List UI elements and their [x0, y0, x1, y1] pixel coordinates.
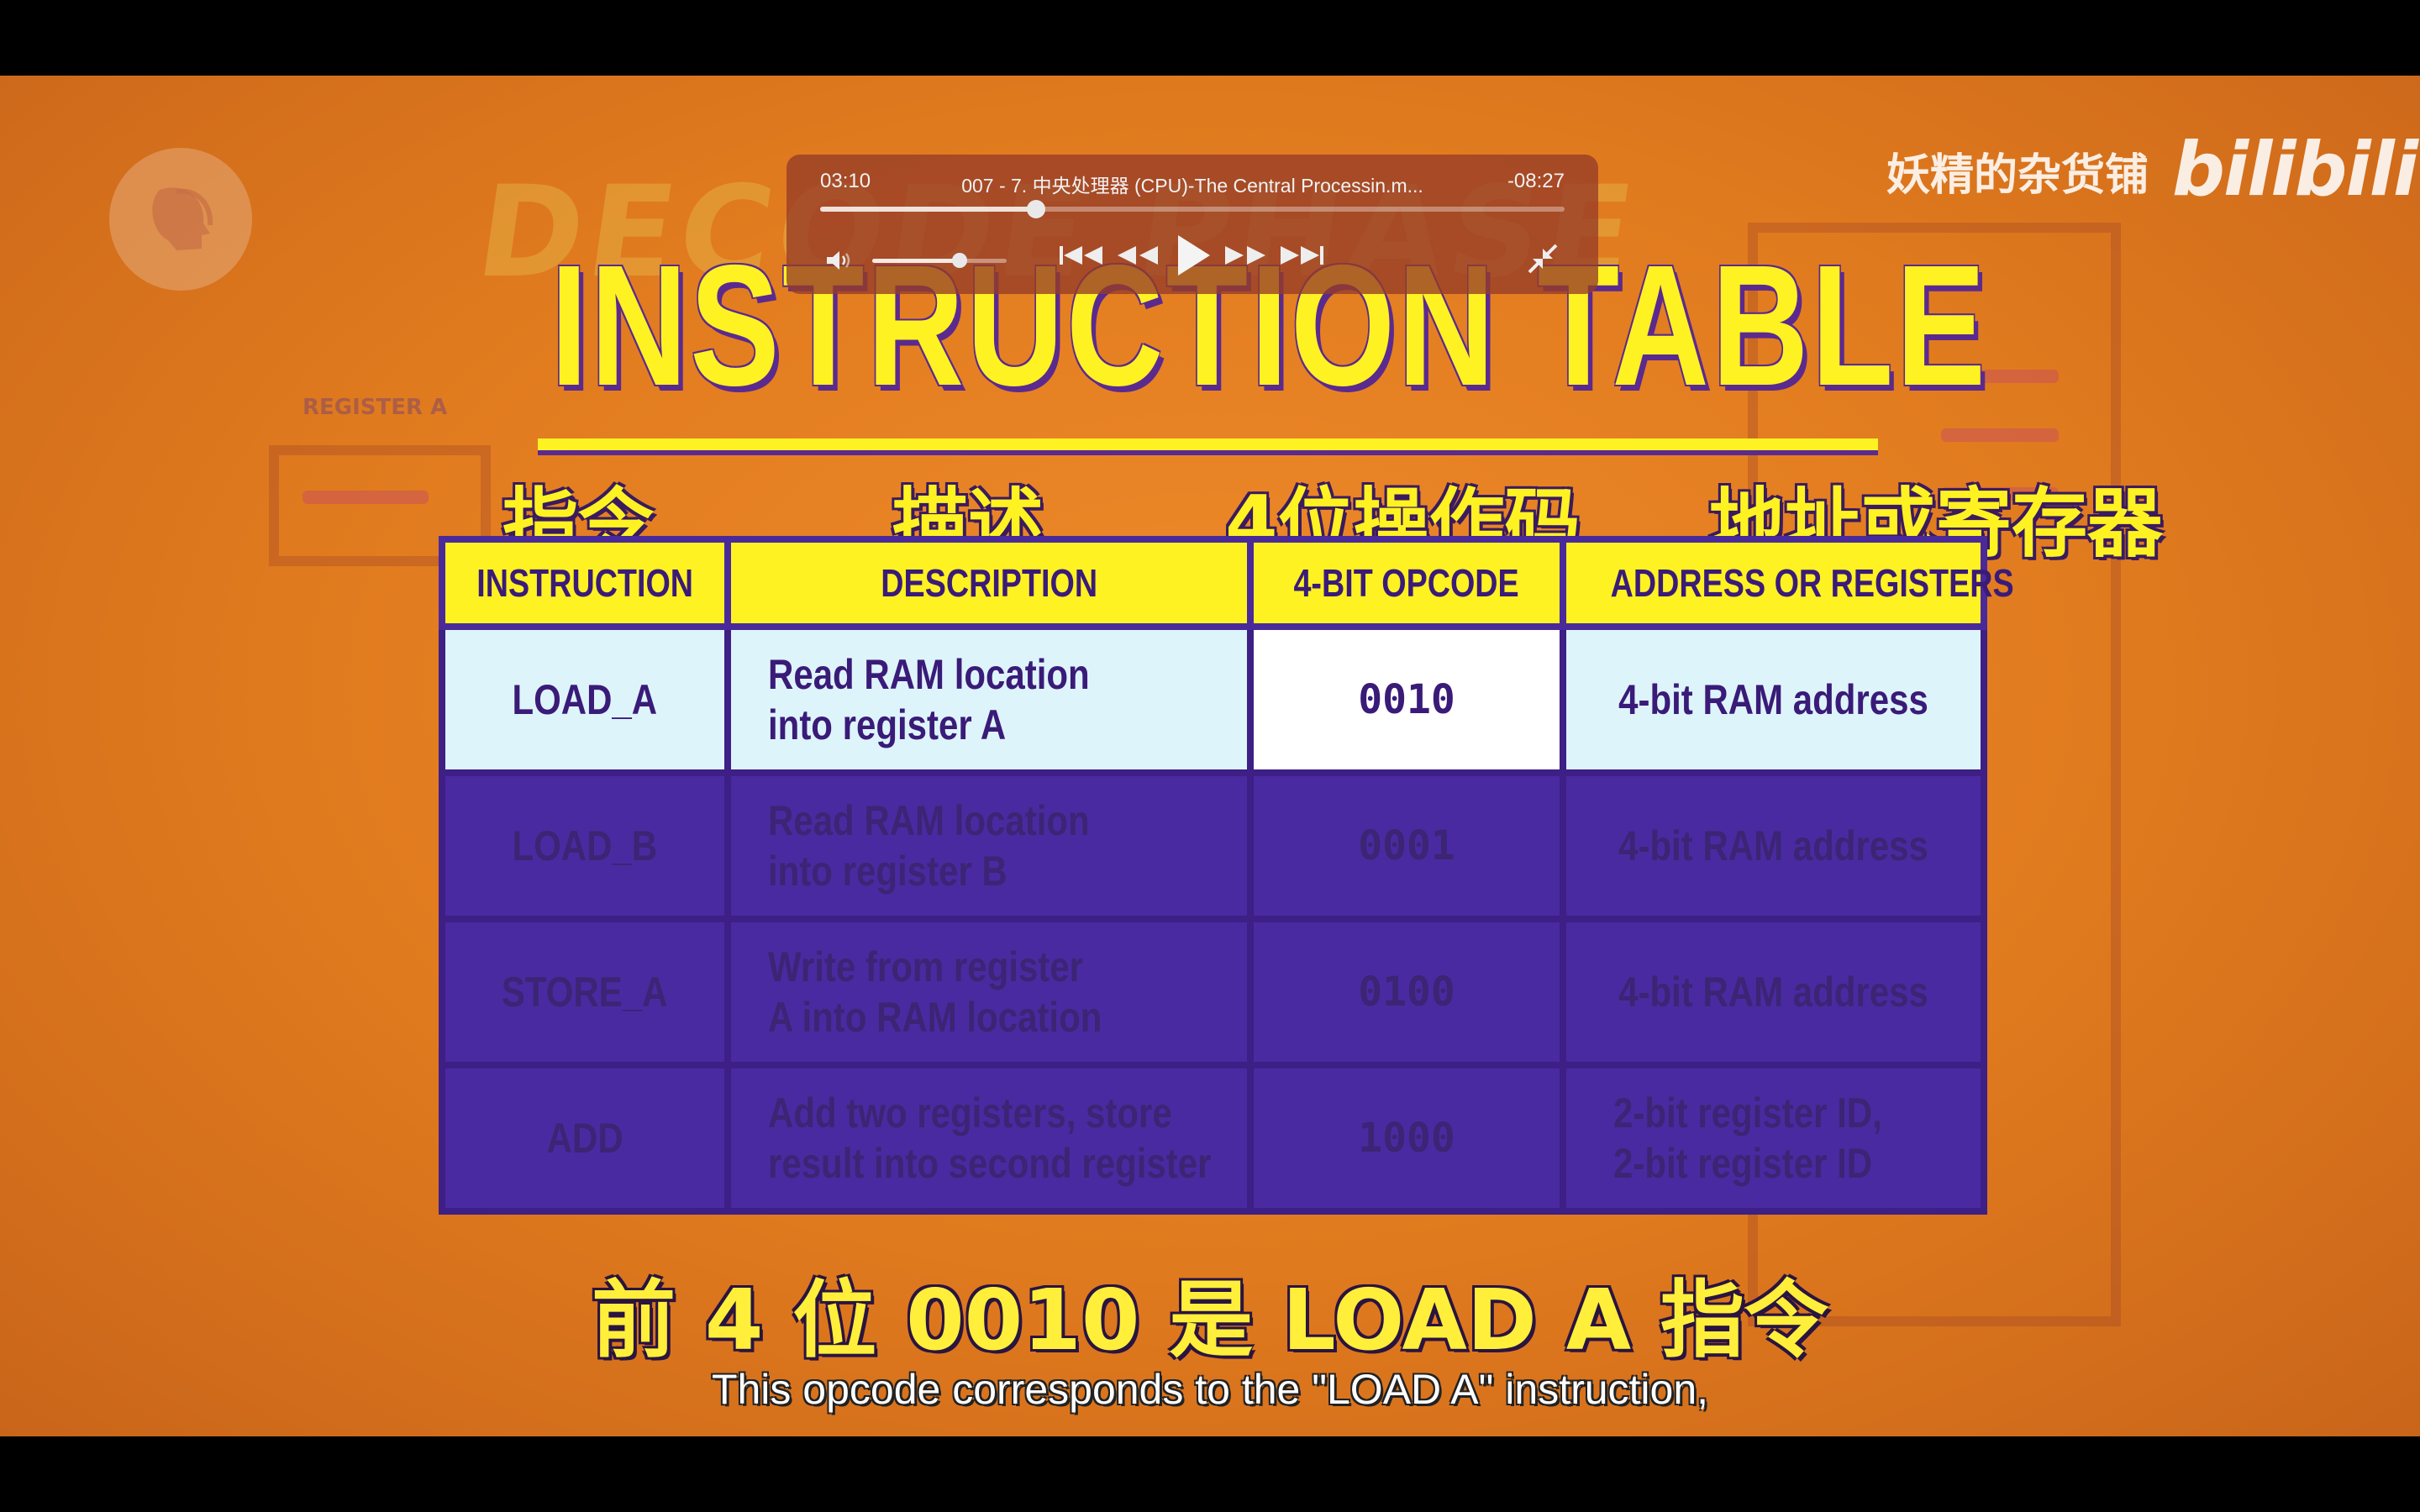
- volume-icon[interactable]: [825, 249, 854, 276]
- rewind-icon: [1118, 246, 1158, 265]
- volume-fill: [872, 259, 960, 263]
- channel-name: 妖精的杂货铺: [1886, 150, 2149, 201]
- description-cell: Read RAM location into register A: [724, 623, 1254, 776]
- column-header: ADDRESS OR REGISTERS: [1560, 536, 2014, 630]
- address-cell: 4-bit RAM address: [1560, 623, 1987, 776]
- fast-forward-icon: [1225, 246, 1265, 265]
- background-bar: [1941, 428, 2059, 442]
- skip-back-icon: [1060, 246, 1102, 265]
- instruction-table: INSTRUCTION DESCRIPTION 4-BIT OPCODE ADD…: [439, 536, 2014, 1215]
- play-icon: [1178, 235, 1210, 276]
- table-row-add: ADD Add two registers, store result into …: [439, 1062, 1987, 1215]
- description-cell: Read RAM location into register B: [724, 769, 1254, 922]
- subtitle-chinese: 前 4 位 0010 是 LOAD A 指令: [592, 1271, 1828, 1369]
- video-title: 007 - 7. 中央处理器 (CPU)-The Central Process…: [961, 175, 1423, 197]
- table-row-store-a: STORE_A Write from register A into RAM lo…: [439, 916, 1987, 1068]
- opcode-cell: 0100: [1247, 916, 1566, 1068]
- bilibili-watermark: 妖精的杂货铺 bilibili: [1886, 126, 2418, 213]
- opcode-cell: 1000: [1247, 1062, 1566, 1215]
- player-controls: 03:10 007 - 7. 中央处理器 (CPU)-The Central P…: [786, 155, 1598, 294]
- column-header: 4-BIT OPCODE: [1247, 536, 1566, 630]
- instruction-cell: LOAD_B: [439, 769, 731, 922]
- address-cell: 4-bit RAM address: [1560, 769, 1987, 922]
- instruction-cell: ADD: [439, 1062, 731, 1215]
- speaker-icon: [827, 251, 850, 270]
- progress-knob[interactable]: [1026, 200, 1045, 218]
- video-frame[interactable]: DECODE PHASE REGISTER A 妖精的杂货铺bilibili I…: [0, 76, 2420, 1436]
- column-header: INSTRUCTION: [439, 536, 731, 630]
- bilibili-logo: bilibili: [2172, 126, 2418, 213]
- skip-forward-icon: [1281, 246, 1323, 265]
- volume-slider[interactable]: [872, 253, 1007, 268]
- instruction-cell: STORE_A: [439, 916, 731, 1068]
- fast-forward-button[interactable]: [1222, 239, 1269, 276]
- pbs-head-icon: [152, 187, 213, 250]
- exit-fullscreen-button[interactable]: [1524, 240, 1561, 281]
- remaining-time[interactable]: -08:27: [1507, 170, 1565, 193]
- background-register-label: REGISTER A: [302, 395, 448, 420]
- rewind-button[interactable]: [1114, 239, 1161, 276]
- skip-forward-button[interactable]: [1277, 239, 1326, 276]
- address-cell: 2-bit register ID, 2-bit register ID: [1560, 1062, 1987, 1215]
- skip-back-button[interactable]: [1057, 239, 1106, 276]
- title-underline: [538, 438, 1878, 455]
- opcode-cell: 0010: [1247, 623, 1566, 776]
- progress-bar[interactable]: [820, 200, 1565, 218]
- play-button[interactable]: [1171, 232, 1213, 283]
- instruction-cell: LOAD_A: [439, 623, 731, 776]
- column-header: DESCRIPTION: [724, 536, 1254, 630]
- description-cell: Write from register A into RAM location: [724, 916, 1254, 1068]
- progress-fill: [820, 207, 1036, 212]
- address-cell: 4-bit RAM address: [1560, 916, 1987, 1068]
- opcode-cell: 0001: [1247, 769, 1566, 922]
- table-row-load-b: LOAD_B Read RAM location into register B …: [439, 769, 1987, 922]
- exit-fullscreen-icon: [1528, 244, 1558, 274]
- description-cell: Add two registers, store result into seco…: [724, 1062, 1254, 1215]
- subtitle-english: This opcode corresponds to the "LOAD A" …: [711, 1366, 1709, 1413]
- background-bar: [302, 491, 429, 504]
- pbs-logo: [109, 148, 252, 291]
- table-row-load-a: LOAD_A Read RAM location into register A …: [439, 623, 1987, 776]
- volume-knob[interactable]: [952, 253, 967, 268]
- table-header-row: INSTRUCTION DESCRIPTION 4-BIT OPCODE ADD…: [439, 536, 2014, 630]
